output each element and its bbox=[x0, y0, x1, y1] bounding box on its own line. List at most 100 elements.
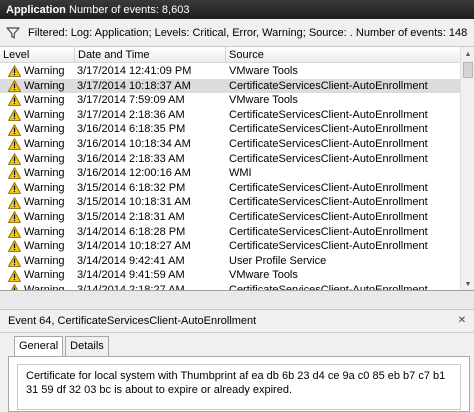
datetime-cell: 3/17/2014 12:41:09 PM bbox=[77, 65, 192, 77]
warning-icon bbox=[8, 284, 24, 290]
level-cell: Warning bbox=[8, 108, 65, 123]
warning-icon bbox=[8, 123, 24, 136]
level-text: Warning bbox=[24, 240, 65, 253]
level-text: Warning bbox=[24, 210, 65, 223]
scroll-up-icon[interactable]: ▲ bbox=[461, 47, 474, 61]
event-row[interactable]: Warning 3/17/2014 12:41:09 PM VMware Tools bbox=[0, 64, 460, 79]
close-icon[interactable]: ✕ bbox=[456, 315, 468, 327]
event-row[interactable]: Warning 3/14/2014 2:18:27 AM CertificateSe… bbox=[0, 283, 460, 291]
datetime-cell: 3/15/2014 2:18:31 AM bbox=[77, 210, 185, 223]
datetime-cell: 3/17/2014 10:18:37 AM bbox=[77, 79, 191, 92]
datetime-cell: 3/14/2014 10:18:27 AM bbox=[77, 240, 191, 253]
warning-icon bbox=[8, 167, 24, 180]
level-cell: Warning bbox=[8, 137, 65, 152]
source-cell: CertificateServicesClient-AutoEnrollment bbox=[229, 240, 428, 253]
source-cell: CertificateServicesClient-AutoEnrollment bbox=[229, 196, 428, 209]
level-text: Warning bbox=[24, 196, 65, 209]
source-cell: CertificateServicesClient-AutoEnrollment bbox=[229, 79, 428, 92]
datetime-cell: 3/14/2014 9:41:59 AM bbox=[77, 269, 185, 282]
event-row[interactable]: Warning 3/14/2014 9:42:41 AM User Profile … bbox=[0, 254, 460, 269]
datetime-cell: 3/14/2014 2:18:27 AM bbox=[77, 283, 185, 291]
level-text: Warning bbox=[24, 79, 65, 92]
source-cell: CertificateServicesClient-AutoEnrollment bbox=[229, 152, 428, 165]
scroll-down-icon[interactable]: ▼ bbox=[461, 277, 474, 290]
level-cell: Warning bbox=[8, 254, 65, 269]
column-header: Level Date and Time Source bbox=[0, 47, 460, 63]
event-row[interactable]: Warning 3/15/2014 6:18:32 PM CertificateSe… bbox=[0, 181, 460, 196]
level-text: Warning bbox=[24, 283, 65, 291]
funnel-icon[interactable] bbox=[6, 26, 20, 40]
level-text: Warning bbox=[24, 254, 65, 267]
warning-icon bbox=[8, 225, 24, 238]
event-row[interactable]: Warning 3/16/2014 2:18:33 AM CertificateSe… bbox=[0, 152, 460, 167]
warning-icon bbox=[8, 138, 24, 151]
datetime-cell: 3/16/2014 2:18:33 AM bbox=[77, 152, 185, 165]
datetime-cell: 3/17/2014 7:59:09 AM bbox=[77, 94, 185, 107]
level-cell: Warning bbox=[8, 166, 65, 181]
level-cell: Warning bbox=[8, 181, 65, 196]
level-cell: Warning bbox=[8, 210, 65, 225]
level-text: Warning bbox=[24, 65, 65, 77]
warning-icon bbox=[8, 255, 24, 267]
warning-icon bbox=[8, 196, 24, 209]
tab-details[interactable]: Details bbox=[65, 336, 109, 356]
level-cell: Warning bbox=[8, 93, 65, 108]
event-row[interactable]: Warning 3/15/2014 10:18:31 AM CertificateS… bbox=[0, 195, 460, 210]
source-cell: CertificateServicesClient-AutoEnrollment bbox=[229, 137, 428, 150]
datetime-cell: 3/16/2014 12:00:16 AM bbox=[77, 167, 191, 180]
event-row[interactable]: Warning 3/17/2014 2:18:36 AM CertificateSe… bbox=[0, 108, 460, 123]
warning-icon bbox=[8, 240, 24, 253]
source-cell: VMware Tools bbox=[229, 65, 298, 77]
event-row[interactable]: Warning 3/16/2014 12:00:16 AM WMI bbox=[0, 166, 460, 181]
scroll-thumb[interactable] bbox=[463, 62, 473, 78]
source-cell: WMI bbox=[229, 167, 252, 180]
column-source[interactable]: Source bbox=[226, 47, 460, 63]
event-row[interactable]: Warning 3/16/2014 10:18:34 AM CertificateS… bbox=[0, 137, 460, 152]
source-cell: CertificateServicesClient-AutoEnrollment bbox=[229, 283, 428, 291]
level-text: Warning bbox=[24, 181, 65, 194]
source-cell: CertificateServicesClient-AutoEnrollment bbox=[229, 225, 428, 238]
level-cell: Warning bbox=[8, 195, 65, 210]
level-cell: Warning bbox=[8, 79, 65, 94]
warning-icon bbox=[8, 94, 24, 107]
event-count: Number of events: 8,603 bbox=[69, 3, 190, 16]
event-row[interactable]: Warning 3/17/2014 7:59:09 AM VMware Tools bbox=[0, 93, 460, 108]
level-cell: Warning bbox=[8, 122, 65, 137]
datetime-cell: 3/15/2014 10:18:31 AM bbox=[77, 196, 191, 209]
datetime-cell: 3/14/2014 9:42:41 AM bbox=[77, 254, 185, 267]
event-row[interactable]: Warning 3/14/2014 6:18:28 PM CertificateSe… bbox=[0, 225, 460, 240]
event-row[interactable]: Warning 3/16/2014 6:18:35 PM CertificateSe… bbox=[0, 122, 460, 137]
event-row[interactable]: Warning 3/14/2014 9:41:59 AM VMware Tools bbox=[0, 268, 460, 283]
event-detail-title: Event 64, CertificateServicesClient-Auto… bbox=[8, 315, 257, 327]
log-title: Application bbox=[6, 3, 66, 16]
event-row[interactable]: Warning 3/17/2014 10:18:37 AM CertificateS… bbox=[0, 78, 460, 94]
column-date-time[interactable]: Date and Time bbox=[75, 47, 226, 63]
detail-tabs: General Details bbox=[14, 336, 111, 357]
datetime-cell: 3/16/2014 6:18:35 PM bbox=[77, 123, 186, 136]
tab-general[interactable]: General bbox=[14, 336, 64, 357]
event-detail-pane: General Details Certificate for local sy… bbox=[0, 333, 474, 412]
source-cell: CertificateServicesClient-AutoEnrollment bbox=[229, 108, 428, 121]
level-text: Warning bbox=[24, 94, 65, 107]
warning-icon bbox=[8, 80, 24, 92]
level-text: Warning bbox=[24, 167, 65, 180]
warning-icon bbox=[8, 153, 24, 165]
vertical-scrollbar[interactable]: ▲ ▼ bbox=[460, 47, 474, 290]
log-header: Application Number of events: 8,603 bbox=[0, 0, 474, 19]
event-row[interactable]: Warning 3/15/2014 2:18:31 AM CertificateSe… bbox=[0, 210, 460, 225]
event-row[interactable]: Warning 3/14/2014 10:18:27 AM CertificateS… bbox=[0, 239, 460, 254]
event-message[interactable]: Certificate for local system with Thumbp… bbox=[17, 364, 461, 410]
level-text: Warning bbox=[24, 269, 65, 282]
source-cell: CertificateServicesClient-AutoEnrollment bbox=[229, 181, 428, 194]
source-cell: VMware Tools bbox=[229, 94, 298, 107]
event-grid: Level Date and Time Source Warning 3/17/2… bbox=[0, 47, 474, 291]
source-cell: VMware Tools bbox=[229, 269, 298, 282]
warning-icon bbox=[8, 211, 24, 224]
datetime-cell: 3/15/2014 6:18:32 PM bbox=[77, 181, 186, 194]
source-cell: User Profile Service bbox=[229, 254, 327, 267]
splitter[interactable] bbox=[0, 291, 474, 309]
filter-text: Filtered: Log: Application; Levels: Crit… bbox=[28, 26, 468, 39]
warning-icon bbox=[8, 65, 24, 78]
column-level[interactable]: Level bbox=[0, 47, 75, 63]
level-cell: Warning bbox=[8, 225, 65, 240]
